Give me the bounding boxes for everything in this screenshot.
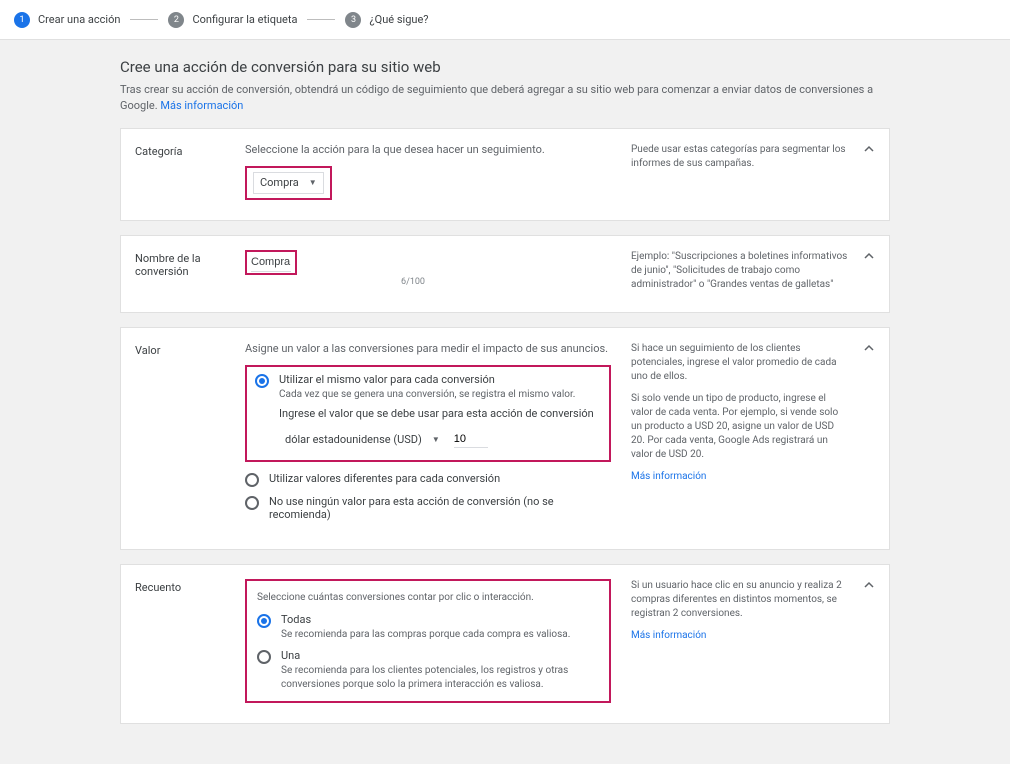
value-amount-input[interactable] — [454, 431, 488, 448]
collapse-button[interactable] — [859, 139, 879, 159]
currency-select[interactable]: dólar estadounidense (USD) ▼ — [279, 428, 446, 450]
value-prompt: Ingrese el valor que se debe usar para e… — [279, 407, 601, 420]
step-3-label: ¿Qué sigue? — [369, 13, 428, 26]
category-select[interactable]: Compra ▼ — [253, 172, 324, 194]
step-2-label: Configurar la etiqueta — [192, 13, 297, 26]
radio-same-value[interactable] — [255, 374, 269, 388]
value-opt-same-label: Utilizar el mismo valor para cada conver… — [279, 373, 575, 386]
step-1-badge: 1 — [14, 12, 30, 28]
count-opt-one-sub: Se recomienda para los clientes potencia… — [281, 664, 599, 691]
count-opt-one-label: Una — [281, 649, 599, 662]
chevron-up-icon — [863, 579, 875, 591]
collapse-button[interactable] — [859, 246, 879, 266]
value-label: Valor — [135, 342, 245, 530]
chevron-down-icon: ▼ — [309, 178, 317, 187]
count-opt-all-sub: Se recomienda para las compras porque ca… — [281, 628, 570, 642]
count-more-info-link[interactable]: Más información — [631, 629, 849, 643]
radio-count-all[interactable] — [257, 614, 271, 628]
step-1[interactable]: 1 Crear una acción — [14, 12, 120, 28]
currency-select-value: dólar estadounidense (USD) — [285, 433, 422, 446]
radio-count-one[interactable] — [257, 650, 271, 664]
category-select-value: Compra — [260, 176, 299, 189]
chevron-up-icon — [863, 342, 875, 354]
count-label: Recuento — [135, 579, 245, 703]
count-option-all[interactable]: Todas Se recomienda para las compras por… — [257, 613, 599, 642]
step-2-badge: 2 — [168, 12, 184, 28]
step-separator — [307, 19, 335, 20]
value-desc: Asigne un valor a las conversiones para … — [245, 342, 611, 355]
value-opt-none-label: No use ningún valor para esta acción de … — [269, 495, 611, 521]
radio-no-value[interactable] — [245, 496, 259, 510]
more-info-link[interactable]: Más información — [160, 99, 243, 112]
step-2[interactable]: 2 Configurar la etiqueta — [168, 12, 297, 28]
radio-different-value[interactable] — [245, 473, 259, 487]
name-help: Ejemplo: "Suscripciones a boletines info… — [625, 250, 849, 292]
value-opt-diff-label: Utilizar valores diferentes para cada co… — [269, 472, 500, 485]
category-label: Categoría — [135, 143, 245, 200]
page-title: Cree una acción de conversión para su si… — [120, 58, 890, 76]
category-help: Puede usar estas categorías para segment… — [625, 143, 849, 200]
category-desc: Seleccione la acción para la que desea h… — [245, 143, 611, 156]
count-help: Si un usuario hace clic en su anuncio y … — [631, 579, 849, 621]
value-help-2: Si solo vende un tipo de producto, ingre… — [631, 392, 849, 462]
count-opt-all-label: Todas — [281, 613, 570, 626]
value-option-different[interactable]: Utilizar valores diferentes para cada co… — [245, 472, 611, 487]
name-counter: 6/100 — [245, 277, 425, 287]
name-label: Nombre de la conversión — [135, 250, 245, 292]
step-1-label: Crear una acción — [38, 13, 120, 26]
step-3-badge: 3 — [345, 12, 361, 28]
value-help-1: Si hace un seguimiento de los clientes p… — [631, 342, 849, 384]
page-subtitle: Tras crear su acción de conversión, obte… — [120, 82, 890, 114]
value-option-none[interactable]: No use ningún valor para esta acción de … — [245, 495, 611, 521]
value-card: Valor Asigne un valor a las conversiones… — [120, 327, 890, 551]
collapse-button[interactable] — [859, 575, 879, 595]
chevron-down-icon: ▼ — [432, 435, 440, 444]
chevron-up-icon — [863, 143, 875, 155]
count-desc: Seleccione cuántas conversiones contar p… — [257, 591, 599, 605]
name-card: Nombre de la conversión 6/100 Ejemplo: "… — [120, 235, 890, 313]
conversion-name-input[interactable] — [251, 253, 291, 272]
stepper: 1 Crear una acción 2 Configurar la etiqu… — [0, 0, 1010, 40]
step-3[interactable]: 3 ¿Qué sigue? — [345, 12, 428, 28]
category-card: Categoría Seleccione la acción para la q… — [120, 128, 890, 221]
count-card: Recuento Seleccione cuántas conversiones… — [120, 564, 890, 724]
value-opt-same-sub: Cada vez que se genera una conversión, s… — [279, 388, 575, 402]
chevron-up-icon — [863, 250, 875, 262]
value-option-same[interactable]: Utilizar el mismo valor para cada conver… — [255, 373, 601, 402]
value-more-info-link[interactable]: Más información — [631, 470, 849, 484]
page-content: Cree una acción de conversión para su si… — [120, 58, 890, 724]
count-option-one[interactable]: Una Se recomienda para los clientes pote… — [257, 649, 599, 691]
collapse-button[interactable] — [859, 338, 879, 358]
step-separator — [130, 19, 158, 20]
